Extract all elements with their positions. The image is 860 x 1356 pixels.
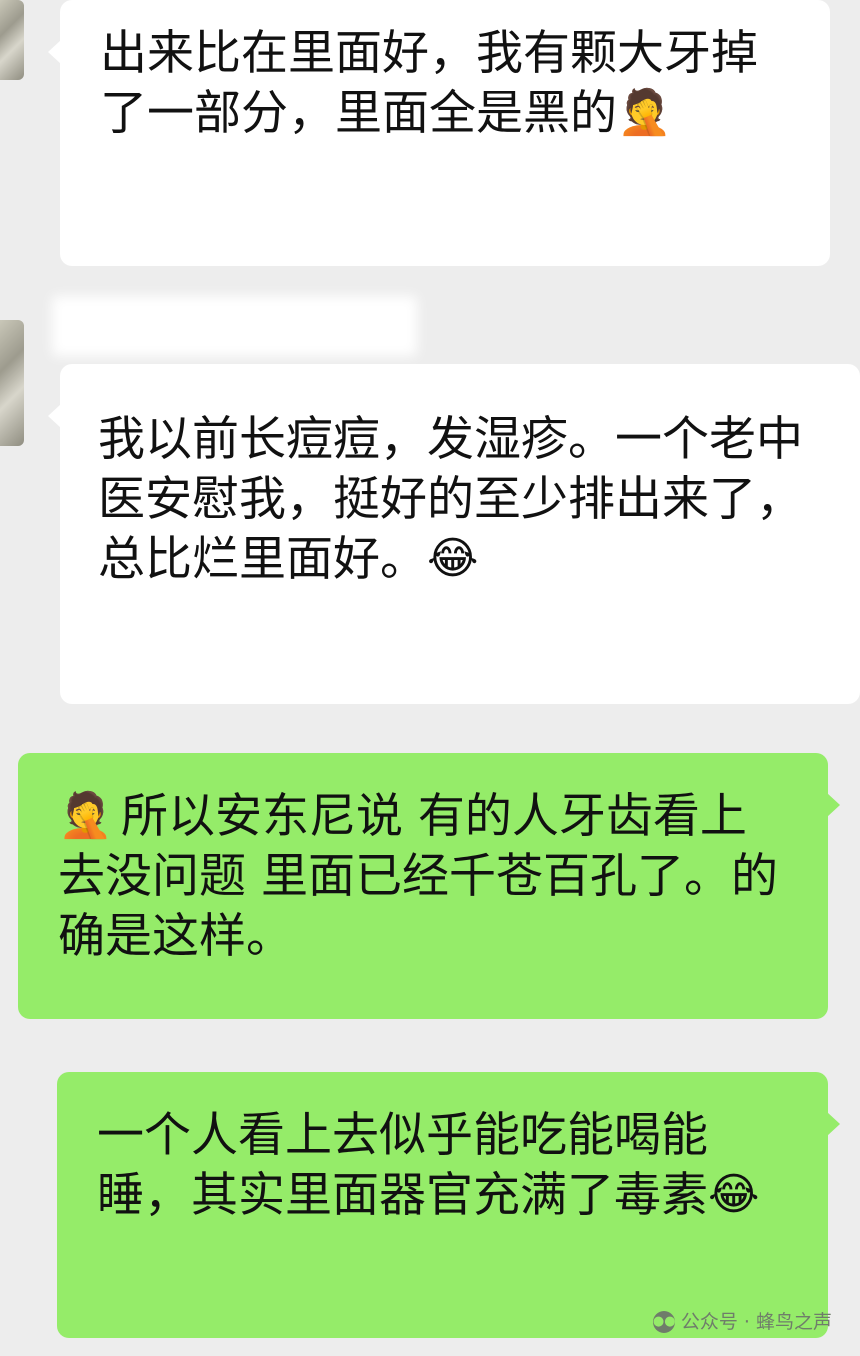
redacted-sender-name — [52, 296, 417, 356]
facepalm-emoji: 🤦 — [58, 789, 113, 841]
wechat-icon: ●● — [652, 1311, 676, 1333]
tears-of-joy-emoji: 😂 — [427, 532, 479, 584]
watermark-text: 公众号 · 蜂鸟之声 — [680, 1311, 832, 1333]
message-bubble-incoming[interactable]: 我以前长痘痘，发湿疹。一个老中医安慰我，挺好的至少排出来了，总比烂里面好。😂 — [48, 364, 860, 704]
message-text: 所以安东尼说 有的人牙齿看上去没问题 里面已经千苍百孔了。的确是这样。 — [58, 789, 778, 964]
sender-avatar[interactable] — [0, 0, 24, 80]
bubble-tail — [48, 404, 61, 428]
tears-of-joy-emoji: 😂 — [708, 1168, 760, 1220]
bubble-tail — [827, 1112, 840, 1136]
message-bubble-incoming[interactable]: 出来比在里面好，我有颗大牙掉了一部分，里面全是黑的🤦 — [48, 0, 830, 266]
facepalm-emoji: 🤦 — [617, 86, 672, 138]
message-bubble-outgoing[interactable]: 🤦 所以安东尼说 有的人牙齿看上去没问题 里面已经千苍百孔了。的确是这样。 — [18, 753, 840, 1019]
bubble-tail — [827, 793, 840, 817]
message-bubble-outgoing[interactable]: 一个人看上去似乎能吃能喝能睡，其实里面器官充满了毒素😂 — [57, 1072, 840, 1338]
bubble-tail — [48, 40, 61, 64]
sender-avatar[interactable] — [0, 320, 24, 446]
message-text: 一个人看上去似乎能吃能喝能睡，其实里面器官充满了毒素 — [97, 1108, 708, 1223]
watermark: ●● 公众号 · 蜂鸟之声 — [652, 1310, 832, 1334]
